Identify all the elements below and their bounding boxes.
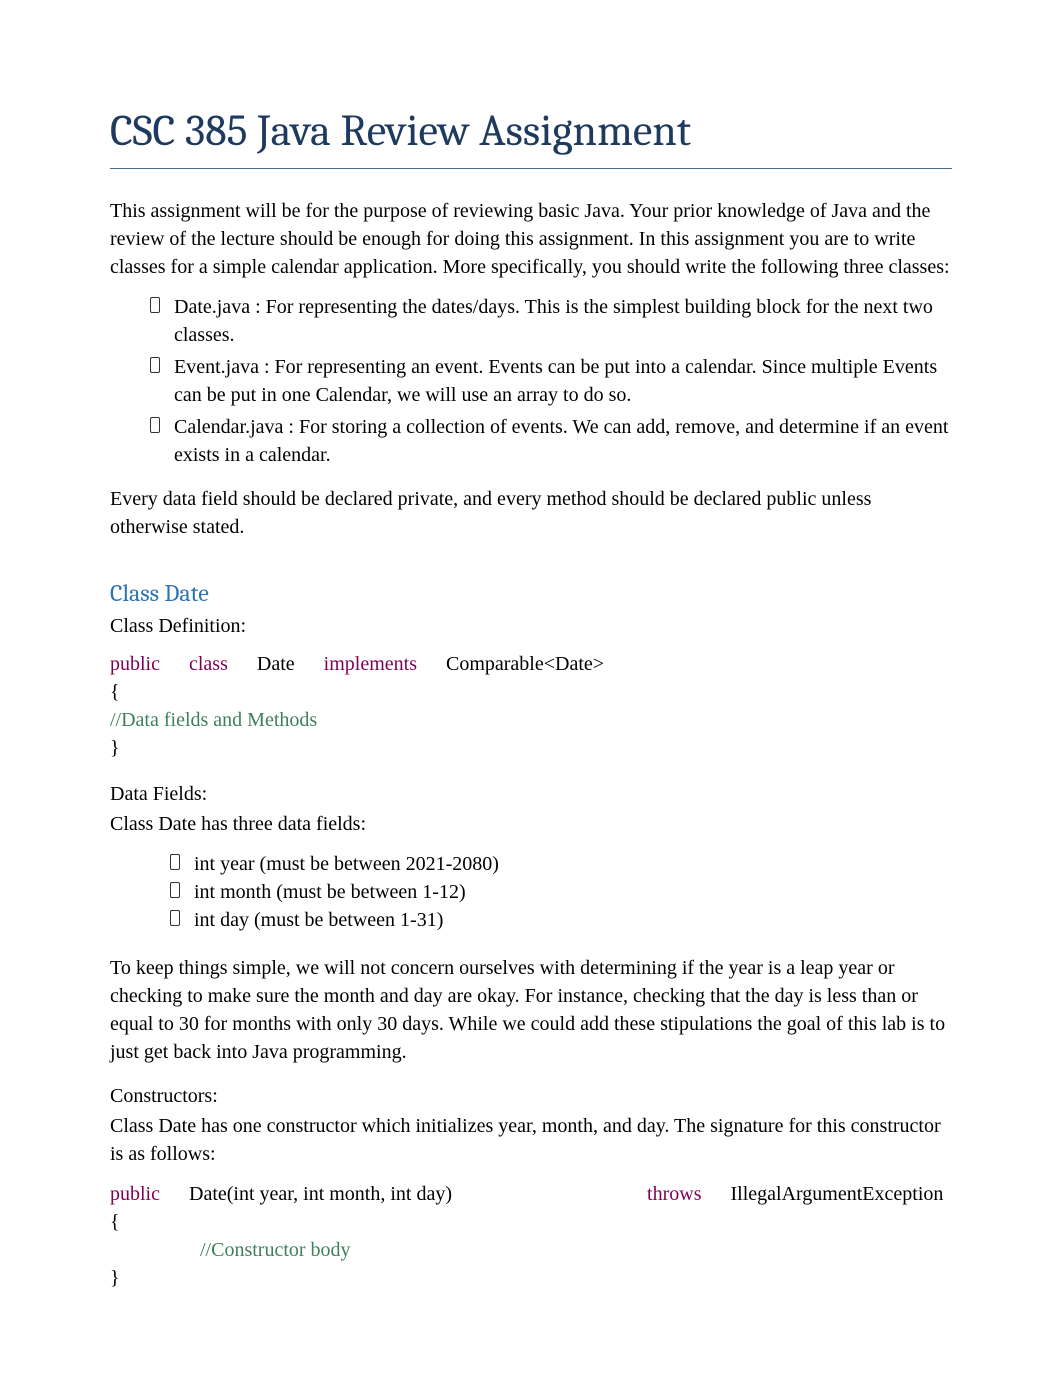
intro-paragraph: This assignment will be for the purpose … [110, 197, 952, 281]
list-item: Date.java : For representing the dates/d… [150, 293, 952, 349]
list-item: int year (must be between 2021-2080) [170, 850, 952, 878]
class-files-list: Date.java : For representing the dates/d… [150, 293, 952, 469]
class-definition-code: public class Date implements Comparable<… [110, 650, 952, 762]
brace-open: { [110, 678, 952, 706]
list-item: Calendar.java : For storing a collection… [150, 413, 952, 469]
privacy-note: Every data field should be declared priv… [110, 485, 952, 541]
list-item: int month (must be between 1-12) [170, 878, 952, 906]
exception-type: IllegalArgumentException [730, 1183, 943, 1205]
class-definition-label: Class Definition: [110, 612, 952, 640]
simplification-note: To keep things simple, we will not conce… [110, 954, 952, 1066]
class-name: Date [257, 653, 295, 675]
interface-name: Comparable<Date> [446, 653, 604, 675]
keyword-public: public [110, 1183, 160, 1205]
list-item: int day (must be between 1-31) [170, 906, 952, 934]
keyword-class: class [189, 653, 228, 675]
code-comment: //Data fields and Methods [110, 706, 952, 734]
brace-close: } [110, 1264, 952, 1292]
constructor-signature: Date(int year, int month, int day) [189, 1183, 452, 1205]
keyword-throws: throws [647, 1183, 701, 1205]
keyword-public: public [110, 653, 160, 675]
code-comment: //Constructor body [200, 1239, 351, 1261]
data-fields-label: Data Fields: [110, 780, 952, 808]
brace-close: } [110, 734, 952, 762]
data-fields-list: int year (must be between 2021-2080) int… [170, 850, 952, 934]
keyword-implements: implements [324, 653, 417, 675]
brace-open: { [110, 1208, 952, 1236]
page-title: CSC 385 Java Review Assignment [110, 100, 952, 169]
data-fields-intro: Class Date has three data fields: [110, 810, 952, 838]
section-heading-class-date: Class Date [110, 577, 952, 611]
list-item: Event.java : For representing an event. … [150, 353, 952, 409]
constructors-label: Constructors: [110, 1082, 952, 1110]
constructors-intro: Class Date has one constructor which ini… [110, 1112, 952, 1168]
constructor-code: public Date(int year, int month, int day… [110, 1180, 952, 1292]
